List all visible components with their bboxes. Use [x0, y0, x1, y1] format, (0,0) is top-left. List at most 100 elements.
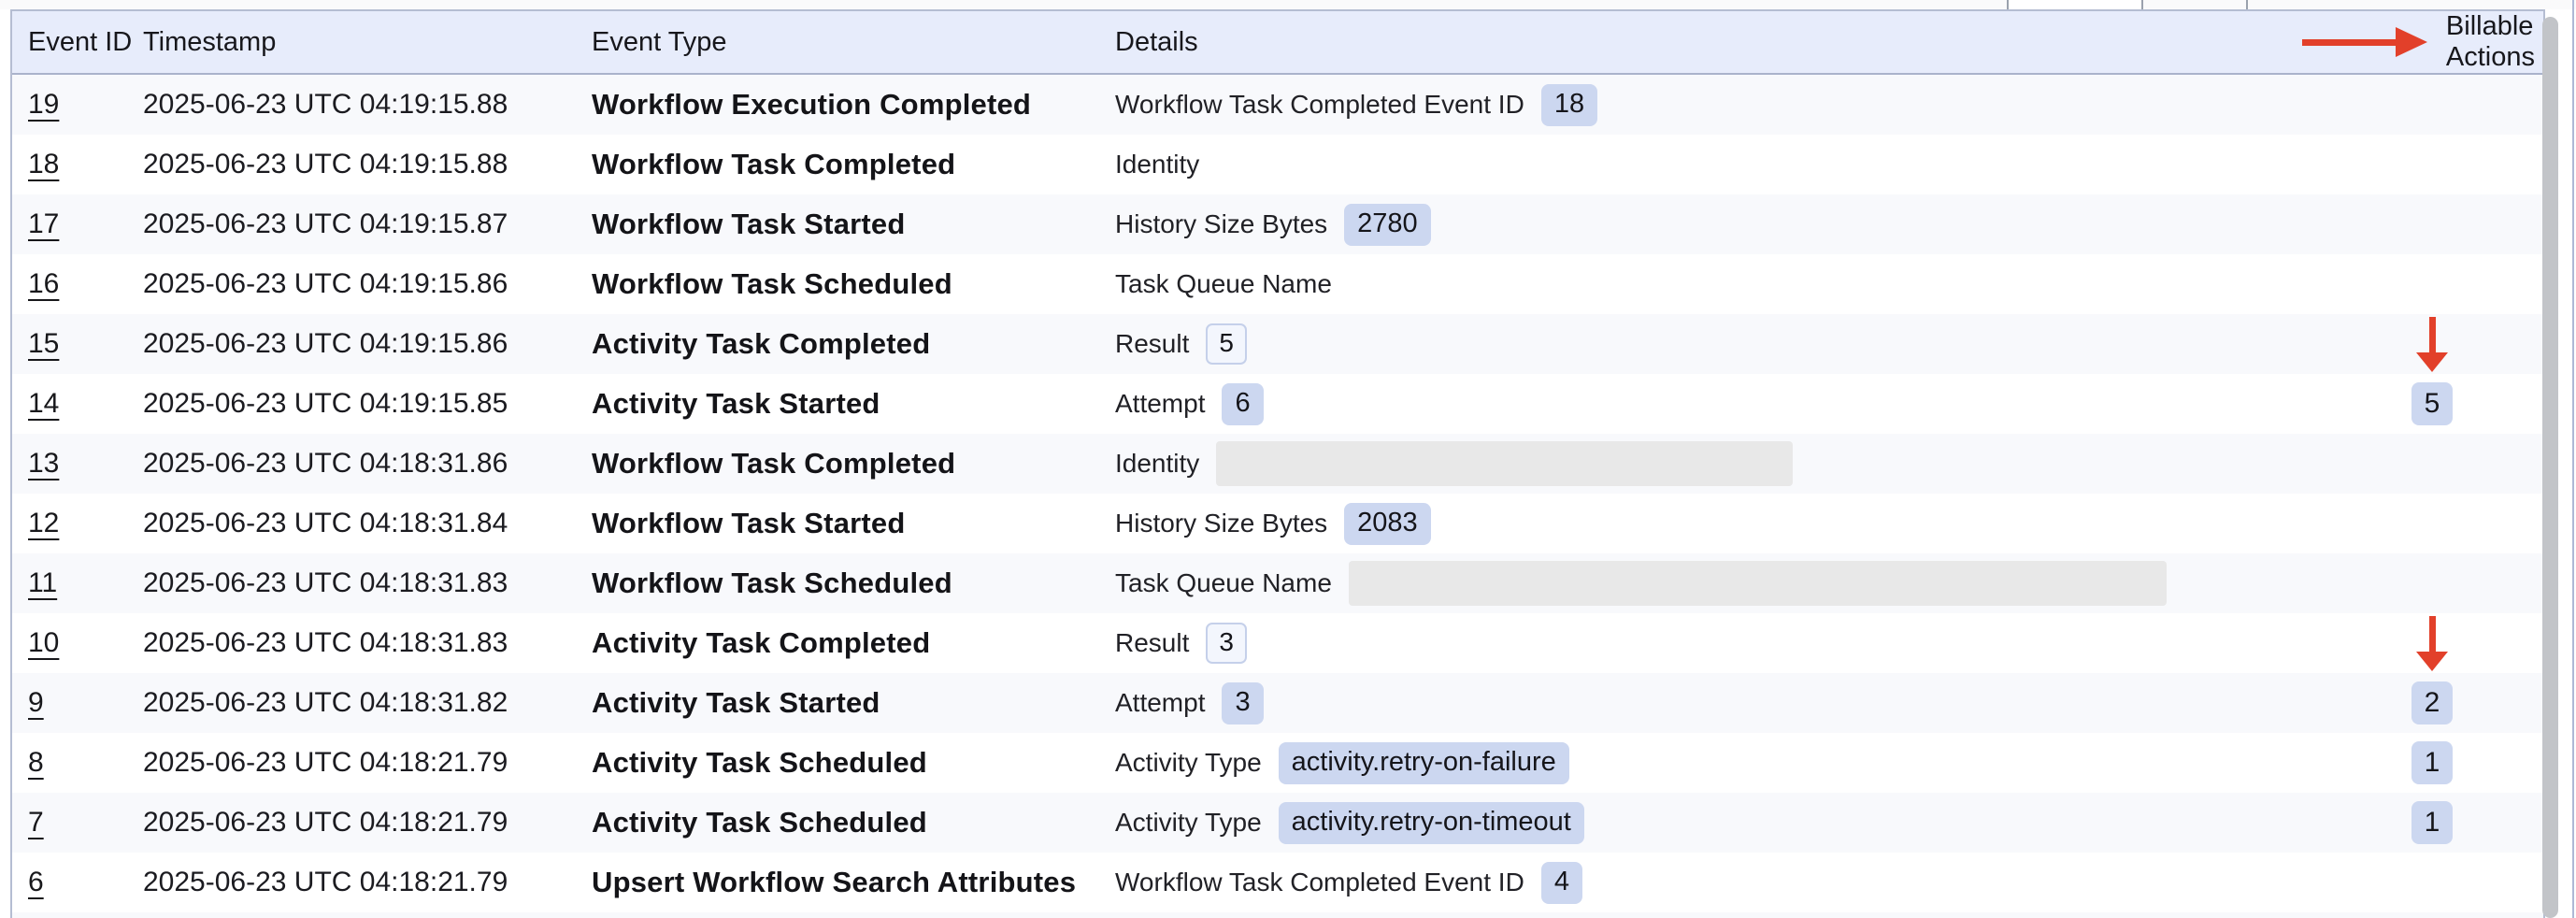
detail-label: Result [1115, 628, 1189, 658]
event-row: 14 2025-06-23 UTC 04:19:15.85 Activity Tas… [12, 374, 2543, 434]
detail-label: Attempt [1115, 688, 1205, 718]
event-id-cell: 15 [12, 328, 143, 360]
detail-label: Task Queue Name [1115, 269, 1332, 299]
cutoff-toolbar-divider [2246, 0, 2248, 9]
event-type-text: Activity Task Completed [592, 327, 930, 360]
event-type-text: Activity Task Started [592, 387, 880, 420]
details-cell: Task Queue Name [1115, 561, 2329, 606]
event-id-cell: 13 [12, 448, 143, 480]
event-id-link[interactable]: 10 [28, 627, 59, 658]
event-id-link[interactable]: 6 [28, 867, 44, 897]
timestamp-text: 2025-06-23 UTC 04:18:31.83 [143, 567, 508, 598]
detail-value-code-badge: 5 [1206, 323, 1247, 365]
event-row: 17 2025-06-23 UTC 04:19:15.87 Workflow Tas… [12, 194, 2543, 254]
scrollbar-thumb[interactable] [2542, 17, 2558, 918]
event-id-link[interactable]: 11 [28, 567, 57, 598]
event-type-cell: Activity Task Scheduled [592, 806, 1115, 839]
event-row: 11 2025-06-23 UTC 04:18:31.83 Workflow Tas… [12, 553, 2543, 613]
event-type-text: Workflow Task Completed [592, 148, 955, 180]
event-type-cell: Workflow Task Scheduled [592, 267, 1115, 301]
detail-label: Activity Type [1115, 748, 1262, 778]
timestamp-text: 2025-06-23 UTC 04:19:15.86 [143, 268, 508, 299]
timestamp-cell: 2025-06-23 UTC 04:18:31.86 [143, 448, 592, 480]
event-id-cell: 9 [12, 687, 143, 719]
billable-actions-cell [2329, 616, 2535, 671]
event-id-link[interactable]: 8 [28, 747, 44, 778]
event-history-table: Event ID Timestamp Event Type Details Bi… [10, 9, 2545, 918]
details-cell: Workflow Task Completed Event ID18 [1115, 84, 2329, 126]
cutoff-toolbar-segment [2007, 0, 2143, 9]
detail-value-badge: 3 [1222, 682, 1263, 724]
event-row: 19 2025-06-23 UTC 04:19:15.88 Workflow Exe… [12, 75, 2543, 135]
timestamp-cell: 2025-06-23 UTC 04:18:21.79 [143, 807, 592, 839]
event-type-text: Workflow Task Started [592, 208, 906, 240]
detail-value-badge: 2083 [1344, 503, 1431, 545]
event-id-link[interactable]: 17 [28, 208, 59, 239]
event-type-text: Workflow Task Completed [592, 447, 955, 480]
billable-actions-cell [2329, 317, 2535, 372]
column-header-billable-actions: Billable Actions [2329, 11, 2535, 73]
column-header-details: Details [1115, 27, 2329, 58]
cutoff-toolbar-strip [0, 0, 2576, 9]
redacted-value-box [1216, 441, 1793, 486]
timestamp-cell: 2025-06-23 UTC 04:18:31.84 [143, 508, 592, 539]
detail-value-badge: 6 [1222, 383, 1263, 425]
timestamp-cell: 2025-06-23 UTC 04:18:21.79 [143, 747, 592, 779]
event-type-cell: Workflow Task Started [592, 208, 1115, 241]
event-id-cell: 8 [12, 747, 143, 779]
event-id-link[interactable]: 16 [28, 268, 59, 299]
event-id-link[interactable]: 12 [28, 508, 59, 538]
billable-actions-cell: 5 [2329, 382, 2535, 425]
event-id-cell: 19 [12, 89, 143, 121]
timestamp-text: 2025-06-23 UTC 04:18:21.79 [143, 747, 508, 778]
clipped-row-sliver [12, 912, 2543, 918]
event-row: 82025-06-23 UTC 04:18:21.79Activity Task… [12, 733, 2543, 793]
event-id-link[interactable]: 14 [28, 388, 59, 419]
detail-label: Attempt [1115, 389, 1205, 419]
details-cell: Identity [1115, 441, 2329, 486]
detail-label: Workflow Task Completed Event ID [1115, 868, 1524, 897]
detail-label: Activity Type [1115, 808, 1262, 838]
timestamp-cell: 2025-06-23 UTC 04:19:15.87 [143, 208, 592, 240]
red-arrow-right-icon [2302, 27, 2427, 57]
timestamp-cell: 2025-06-23 UTC 04:19:15.86 [143, 268, 592, 300]
timestamp-text: 2025-06-23 UTC 04:18:21.79 [143, 867, 508, 897]
event-id-link[interactable]: 19 [28, 89, 59, 120]
details-cell: History Size Bytes2780 [1115, 204, 2329, 246]
billable-actions-cell: 1 [2329, 741, 2535, 784]
billable-count-badge: 2 [2411, 681, 2453, 724]
redacted-value-box [1349, 561, 2167, 606]
scrollbar-track[interactable] [2548, 0, 2570, 918]
timestamp-text: 2025-06-23 UTC 04:19:15.88 [143, 89, 508, 120]
detail-value-badge: activity.retry-on-timeout [1279, 802, 1584, 844]
detail-label: History Size Bytes [1115, 509, 1327, 538]
event-id-link[interactable]: 18 [28, 149, 59, 179]
event-type-text: Upsert Workflow Search Attributes [592, 866, 1076, 898]
event-type-cell: Activity Task Started [592, 686, 1115, 720]
event-type-cell: Workflow Task Started [592, 507, 1115, 540]
event-id-link[interactable]: 13 [28, 448, 59, 479]
event-id-cell: 11 [12, 567, 143, 599]
detail-value-badge: activity.retry-on-failure [1279, 742, 1569, 784]
details-cell: Task Queue Name [1115, 269, 2329, 299]
event-type-text: Workflow Task Scheduled [592, 567, 952, 599]
timestamp-text: 2025-06-23 UTC 04:19:15.87 [143, 208, 508, 239]
event-row: 13 2025-06-23 UTC 04:18:31.86Workflow Tas… [12, 434, 2543, 494]
billable-actions-cell: 2 [2329, 681, 2535, 724]
event-type-text: Workflow Task Started [592, 507, 906, 539]
event-type-text: Workflow Execution Completed [592, 88, 1031, 121]
event-id-cell: 16 [12, 268, 143, 300]
event-id-link[interactable]: 7 [28, 807, 44, 838]
event-id-cell: 7 [12, 807, 143, 839]
event-id-link[interactable]: 9 [28, 687, 44, 718]
details-cell: Result5 [1115, 323, 2329, 365]
event-row: 182025-06-23 UTC 04:19:15.88Workflow Tas… [12, 135, 2543, 194]
timestamp-cell: 2025-06-23 UTC 04:18:31.82 [143, 687, 592, 719]
detail-label: Identity [1115, 449, 1199, 479]
event-type-cell: Activity Task Completed [592, 626, 1115, 660]
timestamp-text: 2025-06-23 UTC 04:18:21.79 [143, 807, 508, 838]
timestamp-text: 2025-06-23 UTC 04:19:15.85 [143, 388, 508, 419]
event-type-cell: Workflow Task Scheduled [592, 567, 1115, 600]
event-id-cell: 12 [12, 508, 143, 539]
event-id-link[interactable]: 15 [28, 328, 59, 359]
